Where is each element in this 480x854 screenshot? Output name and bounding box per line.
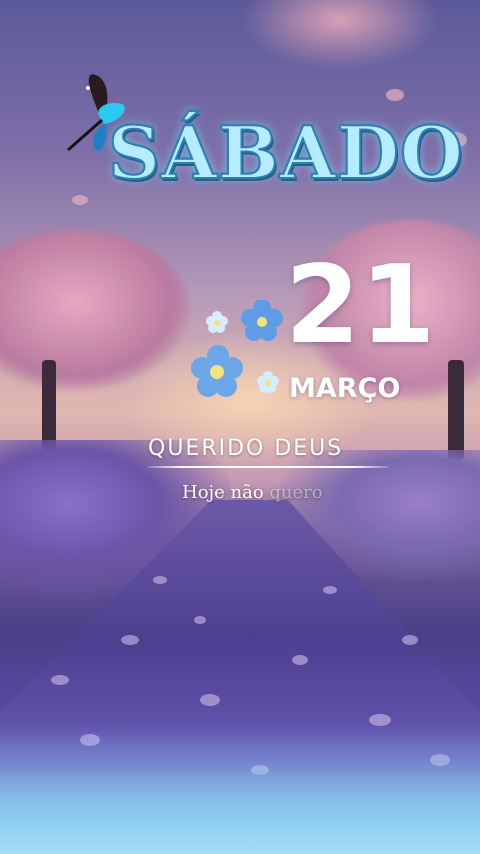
petal <box>386 89 404 101</box>
flower-medium <box>241 300 283 341</box>
date-month: MARÇO <box>289 373 401 404</box>
petal <box>51 675 69 685</box>
flower-small-bottom <box>257 371 279 393</box>
bottom-light-fade <box>0 724 480 854</box>
petal <box>153 576 167 584</box>
forget-me-not-flowers-icon <box>191 300 283 397</box>
prayer-line-fading: quero <box>269 482 323 503</box>
petal <box>194 616 206 624</box>
flower-large <box>191 345 243 397</box>
date-day: 21 <box>285 243 436 368</box>
flower-small-top <box>206 311 228 333</box>
petal <box>72 195 88 205</box>
petal <box>121 635 139 645</box>
prayer-line-visible: Hoje não <box>182 482 270 503</box>
prayer-line: Hoje não quero <box>182 482 323 503</box>
weekday-title: SÁBADO <box>107 109 464 196</box>
prayer-heading: QUERIDO DEUS <box>148 436 344 461</box>
heading-underline <box>148 466 388 468</box>
petal <box>402 635 418 645</box>
petal <box>323 586 337 594</box>
petal <box>200 694 220 706</box>
petal <box>292 655 308 665</box>
